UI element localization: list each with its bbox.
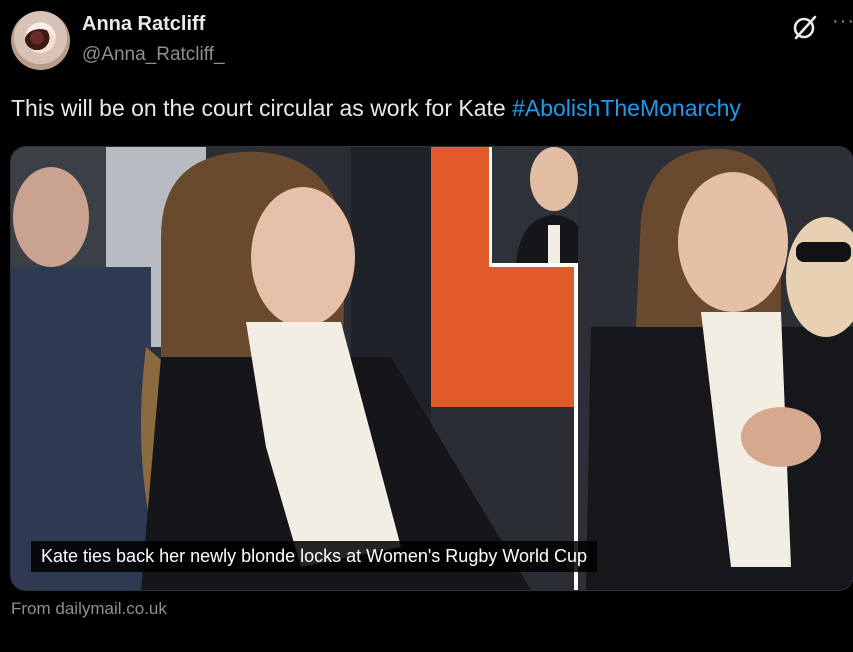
author-handle[interactable]: @Anna_Ratcliff_: [82, 44, 225, 66]
hashtag-link[interactable]: #AbolishTheMonarchy: [512, 95, 741, 121]
card-caption: Kate ties back her newly blonde locks at…: [31, 541, 598, 572]
card-source[interactable]: From dailymail.co.uk: [11, 599, 167, 619]
author-name[interactable]: Anna Ratcliff: [82, 13, 205, 36]
link-card[interactable]: [10, 146, 853, 591]
avatar-image: [25, 29, 55, 51]
author-avatar[interactable]: [11, 11, 70, 70]
card-photo: [11, 147, 853, 590]
grok-slash-icon[interactable]: [790, 12, 820, 42]
more-dots-icon[interactable]: ···: [832, 10, 853, 33]
tweet-body: This will be on the court circular as wo…: [11, 95, 513, 121]
tweet-text: This will be on the court circular as wo…: [11, 95, 741, 122]
